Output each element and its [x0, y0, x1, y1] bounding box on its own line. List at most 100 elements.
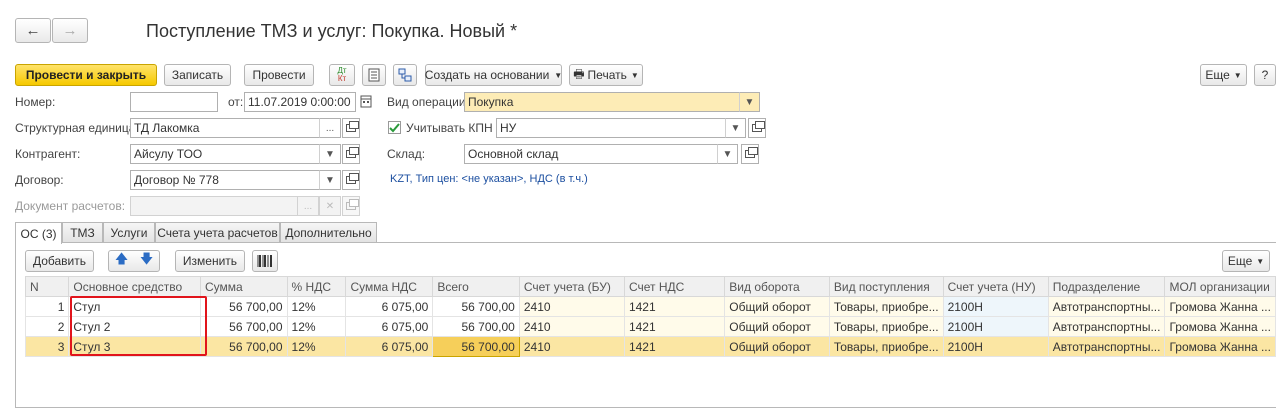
cell-number[interactable]: 3 [24, 336, 70, 357]
cell-responsible[interactable]: Громова Жанна ... [1164, 316, 1276, 337]
cell-amount[interactable]: 56 700,00 [199, 316, 288, 337]
tab-fixed-assets[interactable]: ОС (3) [15, 222, 62, 244]
column-header[interactable]: N [24, 276, 70, 297]
barcode-button[interactable] [252, 250, 278, 272]
post-button[interactable]: Провести [244, 64, 314, 86]
cell-turnover-type[interactable]: Общий оборот [724, 316, 830, 337]
open-button[interactable] [748, 118, 766, 138]
cell-asset[interactable]: Стул [68, 296, 201, 317]
save-button[interactable]: Записать [164, 64, 231, 86]
cell-total-active[interactable]: 56 700,00 [432, 336, 520, 357]
cell-number[interactable]: 1 [24, 296, 70, 317]
tab-additional[interactable]: Дополнительно [280, 222, 377, 243]
cell-amount[interactable]: 56 700,00 [199, 296, 288, 317]
cell-total[interactable]: 56 700,00 [432, 296, 520, 317]
clear-button[interactable]: ✕ [319, 196, 341, 216]
date-field[interactable]: 11.07.2019 0:00:00 [244, 92, 356, 112]
cell-account-bu[interactable]: 2410 [518, 296, 625, 317]
column-header[interactable]: Подразделение [1047, 276, 1166, 297]
table-row-selected[interactable]: 3 Стул 3 56 700,00 12% 6 075,00 56 700,0… [24, 336, 1276, 357]
cell-vat-rate[interactable]: 12% [286, 296, 347, 317]
cell-vat-account[interactable]: 1421 [623, 336, 726, 357]
dropdown-button[interactable]: ▼ [725, 118, 746, 138]
help-button[interactable]: ? [1254, 64, 1276, 86]
move-down-icon[interactable]: 🡇 [140, 250, 153, 272]
dropdown-button[interactable]: ▼ [717, 144, 738, 164]
kpn-field[interactable]: НУ [496, 118, 726, 138]
price-settings-link[interactable]: KZT, Тип цен: <не указан>, НДС (в т.ч.) [390, 173, 588, 185]
dropdown-button[interactable]: ▼ [319, 144, 341, 164]
warehouse-field[interactable]: Основной склад [464, 144, 718, 164]
select-ellipsis-button[interactable]: ... [319, 118, 341, 138]
cell-department[interactable]: Автотранспортны... [1047, 296, 1166, 317]
structure-button[interactable] [393, 64, 417, 86]
structural-unit-field[interactable]: ТД Лакомка [130, 118, 320, 138]
tab-services[interactable]: Услуги [103, 222, 155, 243]
dt-kt-button[interactable]: Дт Кт [329, 64, 355, 86]
back-button[interactable]: ← [15, 18, 51, 43]
column-header[interactable]: Сумма НДС [345, 276, 434, 297]
cell-receipt-type[interactable]: Товары, приобре... [828, 296, 944, 317]
cell-total[interactable]: 56 700,00 [432, 316, 520, 337]
column-header[interactable]: Счет учета (НУ) [942, 276, 1049, 297]
dropdown-button[interactable]: ▼ [739, 92, 760, 112]
cell-vat-amount[interactable]: 6 075,00 [345, 316, 434, 337]
operation-type-field[interactable]: Покупка [464, 92, 740, 112]
cell-number[interactable]: 2 [24, 316, 70, 337]
post-and-close-button[interactable]: Провести и закрыть [15, 64, 157, 86]
create-based-on-button[interactable]: Создать на основании ▼ [425, 64, 562, 86]
cell-amount[interactable]: 56 700,00 [199, 336, 288, 357]
contract-field[interactable]: Договор № 778 [130, 170, 320, 190]
cell-turnover-type[interactable]: Общий оборот [724, 296, 830, 317]
cell-account-bu[interactable]: 2410 [518, 316, 625, 337]
cell-asset[interactable]: Стул 3 [68, 336, 201, 357]
tab-inventory[interactable]: ТМЗ [62, 222, 103, 243]
kpn-checkbox[interactable] [388, 121, 401, 134]
column-header[interactable]: Всего [432, 276, 520, 297]
edit-button[interactable]: Изменить [175, 250, 245, 272]
cell-account-nu[interactable]: 2100Н [942, 316, 1049, 337]
cell-asset[interactable]: Стул 2 [68, 316, 201, 337]
more-button[interactable]: Еще ▼ [1200, 64, 1247, 86]
column-header[interactable]: Вид оборота [724, 276, 830, 297]
cell-account-bu[interactable]: 2410 [518, 336, 625, 357]
column-header[interactable]: Вид поступления [828, 276, 944, 297]
forward-button[interactable]: → [52, 18, 88, 43]
open-button[interactable] [741, 144, 759, 164]
list-button[interactable] [362, 64, 386, 86]
dropdown-button[interactable]: ▼ [319, 170, 341, 190]
table-more-button[interactable]: Еще ▼ [1222, 250, 1270, 272]
tab-settlement-accounts[interactable]: Счета учета расчетов [155, 222, 280, 243]
settlement-document-field[interactable] [130, 196, 298, 216]
cell-vat-account[interactable]: 1421 [623, 316, 726, 337]
add-row-button[interactable]: Добавить [25, 250, 94, 272]
table-row[interactable]: 2 Стул 2 56 700,00 12% 6 075,00 56 700,0… [24, 316, 1276, 337]
open-button[interactable] [342, 196, 360, 216]
cell-responsible[interactable]: Громова Жанна ... [1164, 296, 1276, 317]
column-header[interactable]: Счет учета (БУ) [518, 276, 625, 297]
column-header[interactable]: Основное средство [68, 276, 201, 297]
cell-vat-amount[interactable]: 6 075,00 [345, 336, 434, 357]
cell-account-nu[interactable]: 2100Н [942, 336, 1049, 357]
column-header[interactable]: МОЛ организации [1164, 276, 1276, 297]
select-ellipsis-button[interactable]: ... [297, 196, 319, 216]
cell-department[interactable]: Автотранспортны... [1047, 316, 1166, 337]
contractor-field[interactable]: Айсулу ТОО [130, 144, 320, 164]
column-header[interactable]: Сумма [199, 276, 288, 297]
column-header[interactable]: Счет НДС [623, 276, 726, 297]
cell-responsible[interactable]: Громова Жанна ... [1164, 336, 1276, 357]
cell-account-nu[interactable]: 2100Н [942, 296, 1049, 317]
table-row[interactable]: 1 Стул 56 700,00 12% 6 075,00 56 700,00 … [24, 296, 1276, 317]
cell-receipt-type[interactable]: Товары, приобре... [828, 316, 944, 337]
cell-vat-account[interactable]: 1421 [623, 296, 726, 317]
calendar-icon[interactable] [360, 94, 374, 110]
cell-receipt-type[interactable]: Товары, приобре... [828, 336, 944, 357]
number-field[interactable] [130, 92, 218, 112]
move-up-icon[interactable]: 🡅 [115, 250, 128, 272]
cell-turnover-type[interactable]: Общий оборот [724, 336, 830, 357]
open-button[interactable] [342, 118, 360, 138]
cell-department[interactable]: Автотранспортны... [1047, 336, 1166, 357]
column-header[interactable]: % НДС [286, 276, 347, 297]
cell-vat-rate[interactable]: 12% [286, 316, 347, 337]
cell-vat-rate[interactable]: 12% [286, 336, 347, 357]
